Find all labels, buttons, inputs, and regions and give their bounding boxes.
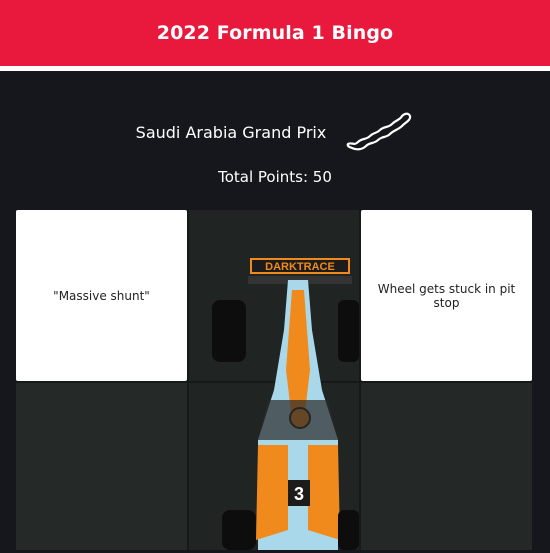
header-divider bbox=[0, 66, 550, 71]
race-name: Saudi Arabia Grand Prix bbox=[135, 122, 327, 142]
track-map-icon bbox=[346, 112, 412, 151]
bingo-cell-label: Wheel gets stuck in pit stop bbox=[377, 281, 516, 310]
page-title: 2022 Formula 1 Bingo bbox=[156, 22, 394, 44]
bingo-cell-marked[interactable] bbox=[188, 210, 359, 381]
bingo-cell[interactable]: Wheel gets stuck in pit stop bbox=[361, 210, 532, 381]
bingo-cell-marked[interactable] bbox=[16, 382, 187, 553]
bingo-cell-label: "Massive shunt" bbox=[53, 288, 150, 303]
bingo-cell[interactable]: "Massive shunt" bbox=[16, 210, 187, 381]
bingo-cell-marked[interactable] bbox=[188, 382, 359, 553]
bingo-cell-marked[interactable] bbox=[361, 382, 532, 553]
race-info: Saudi Arabia Grand Prix bbox=[0, 108, 550, 156]
total-points: Total Points: 50 bbox=[218, 168, 332, 186]
app-header: 2022 Formula 1 Bingo bbox=[0, 0, 550, 66]
bingo-grid: "Massive shunt" Wheel gets stuck in pit … bbox=[16, 210, 532, 550]
